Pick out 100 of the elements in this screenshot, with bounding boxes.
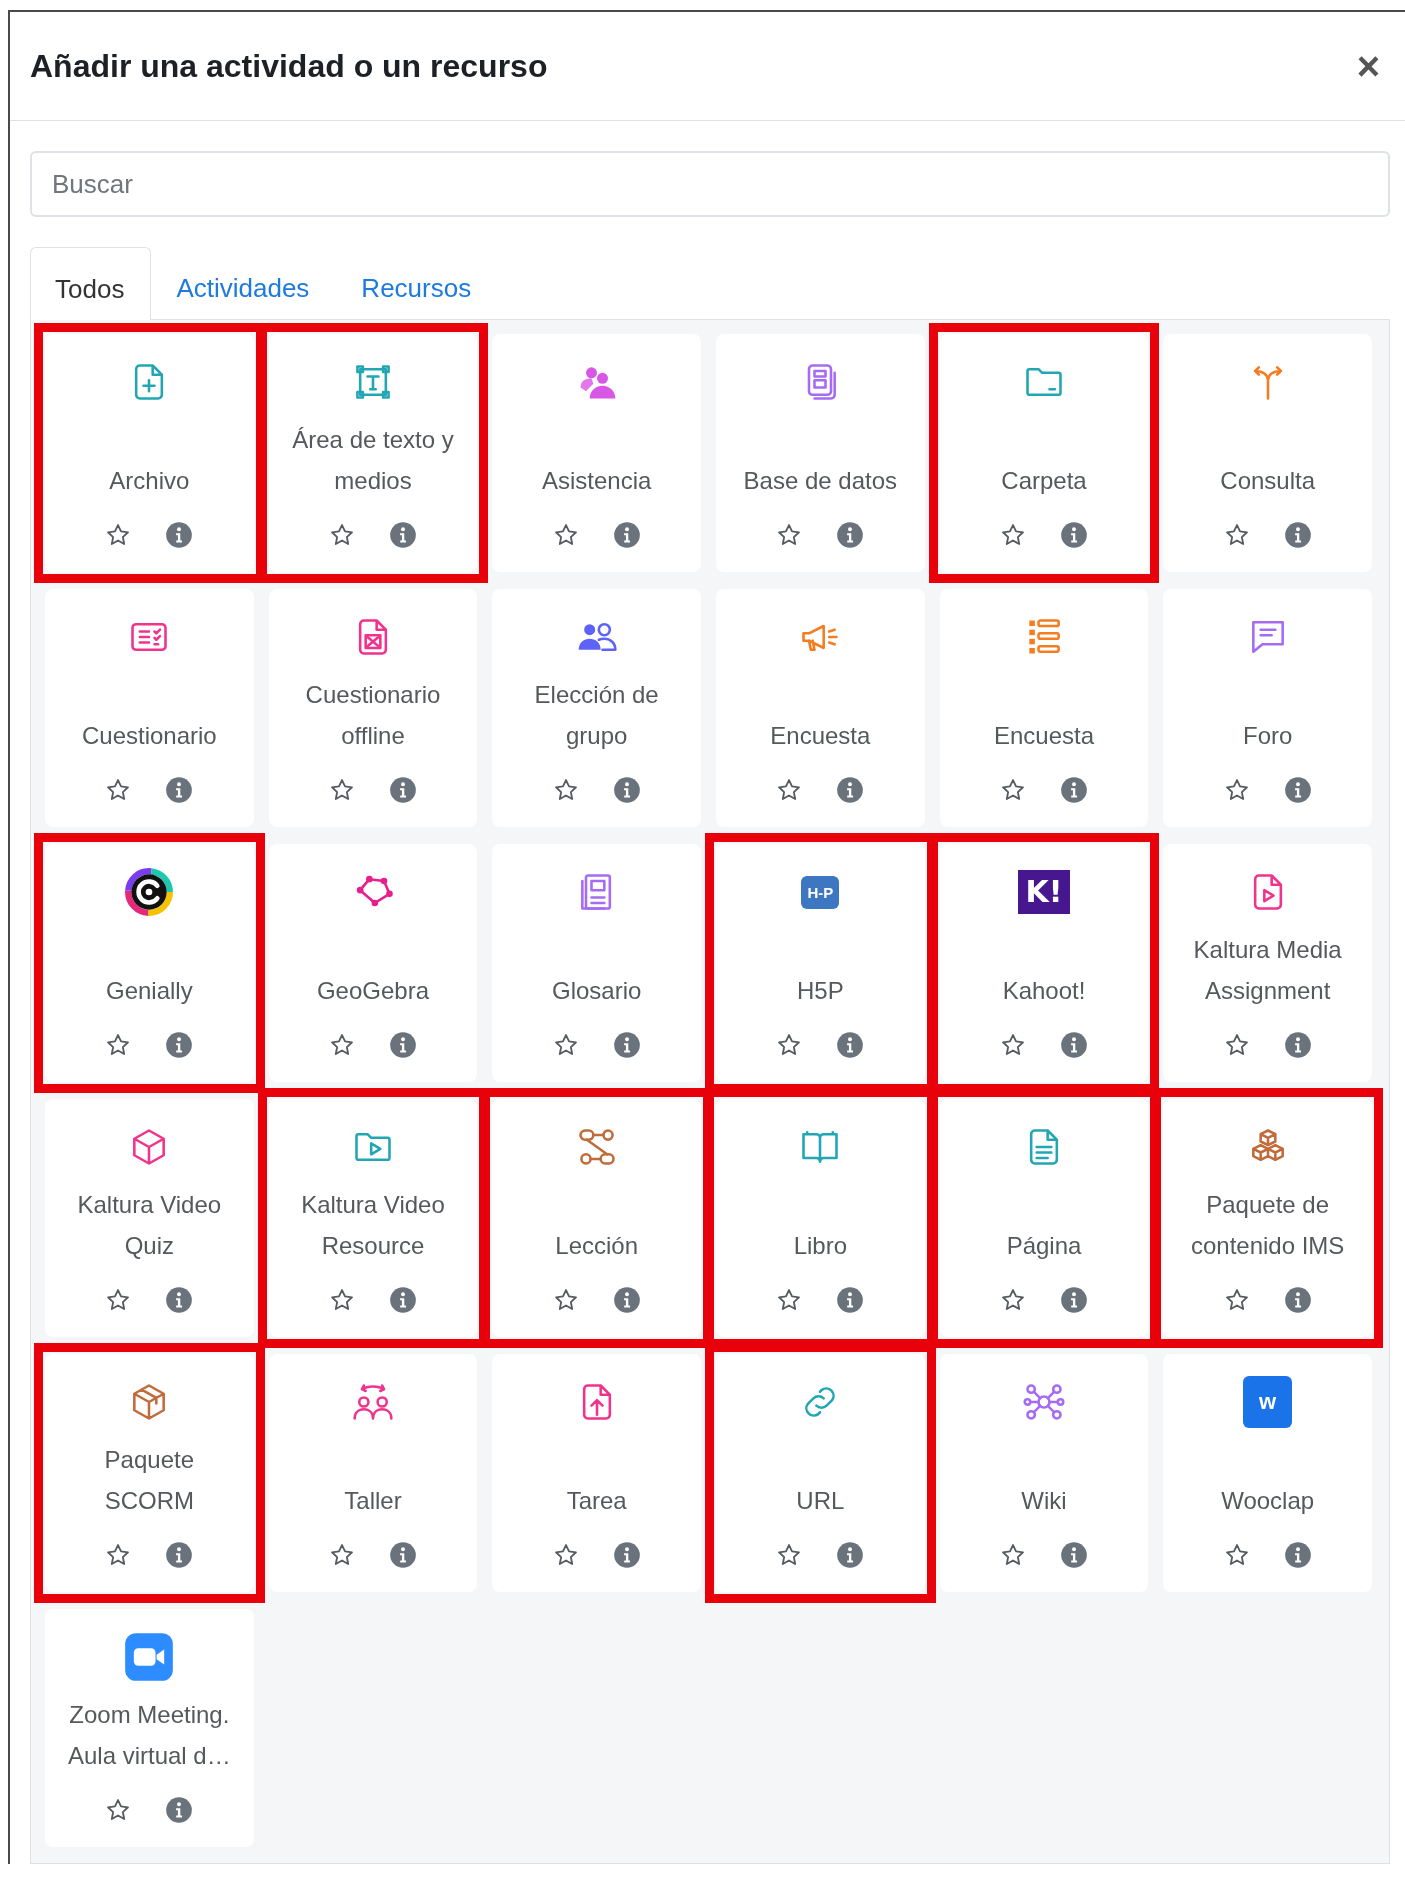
activity-card[interactable]: Glosario	[492, 844, 701, 1082]
info-icon[interactable]	[165, 521, 194, 549]
close-button[interactable]: ×	[1352, 46, 1384, 86]
activity-card[interactable]: Página	[939, 1099, 1149, 1337]
info-icon[interactable]	[1283, 776, 1312, 804]
star-icon[interactable]	[1223, 522, 1250, 548]
info-icon[interactable]	[836, 521, 865, 549]
info-icon[interactable]	[1060, 1286, 1088, 1314]
info-icon[interactable]	[165, 1796, 194, 1824]
activity-card[interactable]: Genially	[45, 844, 254, 1082]
star-icon[interactable]	[105, 522, 132, 548]
activity-card[interactable]: Encuesta	[939, 589, 1149, 827]
star-icon[interactable]	[552, 1542, 579, 1568]
info-icon[interactable]	[165, 1541, 194, 1569]
info-icon[interactable]	[389, 521, 417, 549]
activity-card[interactable]: Archivo	[45, 334, 254, 572]
activity-card[interactable]: Consulta	[1163, 334, 1372, 572]
star-icon[interactable]	[1223, 1542, 1250, 1568]
star-icon[interactable]	[1000, 1542, 1026, 1568]
info-icon[interactable]	[389, 1286, 417, 1314]
search-field[interactable]: Buscar	[30, 151, 1390, 217]
star-icon[interactable]	[1223, 777, 1250, 803]
activity-card[interactable]: Lección	[492, 1099, 701, 1337]
activity-card[interactable]: Encuesta	[716, 589, 925, 827]
star-icon[interactable]	[105, 1032, 132, 1058]
star-icon[interactable]	[776, 1287, 803, 1313]
info-icon[interactable]	[612, 1031, 641, 1059]
info-icon[interactable]	[165, 1031, 194, 1059]
info-icon[interactable]	[1060, 1541, 1088, 1569]
activity-card[interactable]: Carpeta	[939, 334, 1149, 572]
tab[interactable]: Actividades	[151, 247, 337, 319]
info-icon[interactable]	[612, 1541, 641, 1569]
activity-name: Wooclap	[1221, 1486, 1315, 1516]
star-icon[interactable]	[1000, 522, 1026, 548]
star-icon[interactable]	[329, 1032, 355, 1058]
info-icon[interactable]	[1283, 1031, 1312, 1059]
star-icon[interactable]	[105, 1287, 132, 1313]
info-icon[interactable]	[836, 1541, 865, 1569]
info-icon[interactable]	[612, 1286, 641, 1314]
star-icon[interactable]	[776, 777, 803, 803]
info-icon[interactable]	[389, 1541, 417, 1569]
activity-card[interactable]: Kaltura Video Quiz	[45, 1099, 254, 1337]
tab[interactable]: Todos	[30, 247, 152, 320]
activity-card[interactable]: H-P H5P	[716, 844, 925, 1082]
activity-card[interactable]: Paquete SCORM	[45, 1354, 254, 1592]
activity-card[interactable]: Kaltura Media Assignment	[1163, 844, 1372, 1082]
star-icon[interactable]	[1000, 1287, 1026, 1313]
star-icon[interactable]	[552, 1287, 579, 1313]
star-icon[interactable]	[1223, 1287, 1250, 1313]
star-icon[interactable]	[329, 1542, 355, 1568]
info-icon[interactable]	[165, 1286, 194, 1314]
star-icon[interactable]	[329, 1287, 355, 1313]
tab[interactable]: Recursos	[336, 247, 499, 319]
info-icon[interactable]	[836, 1031, 865, 1059]
info-icon[interactable]	[1060, 776, 1088, 804]
activity-card[interactable]: Cuestionario	[45, 589, 254, 827]
activity-card[interactable]: Libro	[716, 1099, 925, 1337]
activity-card[interactable]: K! Kahoot!	[939, 844, 1149, 1082]
activity-card[interactable]: Tarea	[492, 1354, 701, 1592]
star-icon[interactable]	[105, 777, 132, 803]
star-icon[interactable]	[552, 1032, 579, 1058]
info-icon[interactable]	[1060, 1031, 1088, 1059]
activity-card[interactable]: Paquete de contenido IMS	[1163, 1099, 1372, 1337]
star-icon[interactable]	[776, 1542, 803, 1568]
star-icon[interactable]	[776, 522, 803, 548]
info-icon[interactable]	[1283, 1541, 1312, 1569]
info-icon[interactable]	[165, 776, 194, 804]
activity-card[interactable]: Zoom Meeting. Aula virtual d…	[45, 1609, 254, 1847]
info-icon[interactable]	[836, 1286, 865, 1314]
activity-card[interactable]: GeoGebra	[268, 844, 478, 1082]
activity-card[interactable]: Taller	[268, 1354, 478, 1592]
star-icon[interactable]	[1223, 1032, 1250, 1058]
info-icon[interactable]	[612, 776, 641, 804]
activity-card[interactable]: URL	[716, 1354, 925, 1592]
activity-name: Encuesta	[770, 721, 871, 751]
activity-card[interactable]: Kaltura Video Resource	[268, 1099, 478, 1337]
star-icon[interactable]	[105, 1797, 132, 1823]
star-icon[interactable]	[1000, 1032, 1026, 1058]
star-icon[interactable]	[1000, 777, 1026, 803]
activity-card[interactable]: Elección de grupo	[492, 589, 701, 827]
activity-card[interactable]: Área de texto y medios	[268, 334, 478, 572]
star-icon[interactable]	[552, 522, 579, 548]
activity-card[interactable]: Asistencia	[492, 334, 701, 572]
activity-card[interactable]: Base de datos	[716, 334, 925, 572]
activity-card[interactable]: Cuestionario offline	[268, 589, 478, 827]
info-icon[interactable]	[1060, 521, 1088, 549]
info-icon[interactable]	[389, 776, 417, 804]
star-icon[interactable]	[329, 522, 355, 548]
info-icon[interactable]	[836, 776, 865, 804]
info-icon[interactable]	[1283, 521, 1312, 549]
activity-card[interactable]: Foro	[1163, 589, 1372, 827]
star-icon[interactable]	[776, 1032, 803, 1058]
star-icon[interactable]	[105, 1542, 132, 1568]
info-icon[interactable]	[1283, 1286, 1312, 1314]
star-icon[interactable]	[552, 777, 579, 803]
info-icon[interactable]	[612, 521, 641, 549]
star-icon[interactable]	[329, 777, 355, 803]
activity-card[interactable]: w Wooclap	[1163, 1354, 1372, 1592]
activity-card[interactable]: Wiki	[939, 1354, 1149, 1592]
info-icon[interactable]	[389, 1031, 417, 1059]
